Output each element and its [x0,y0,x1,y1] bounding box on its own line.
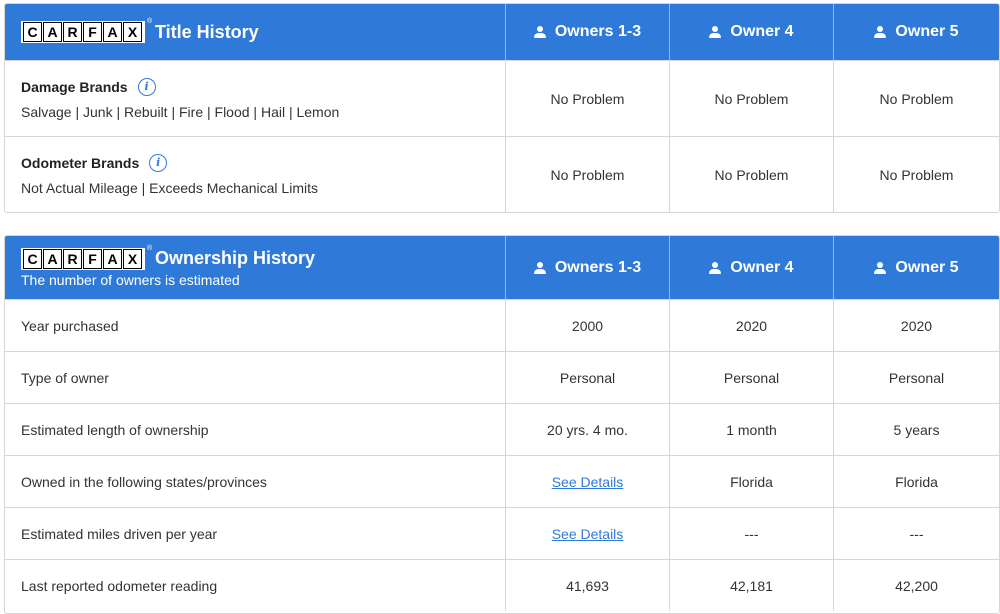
table-cell: 2000 [506,299,670,351]
logo-letter: C [23,248,42,269]
owner-label: Owner 4 [730,23,794,40]
table-cell: No Problem [834,60,999,136]
row-label-cell: Damage Brands i Salvage | Junk | Rebuilt … [5,60,506,136]
row-label: Type of owner [5,351,506,403]
carfax-logo: CARFAX ® [21,18,152,43]
owner-column-header: Owner 5 [834,236,999,299]
table-cell: Personal [506,351,670,403]
person-icon [709,26,722,38]
table-row: Damage Brands i Salvage | Junk | Rebuilt … [5,60,999,136]
carfax-logo: CARFAX ® [21,245,152,270]
person-icon [874,261,887,274]
table-cell: 20 yrs. 4 mo. [506,403,670,455]
table-cell: 2020 [670,299,834,351]
person-icon [533,261,546,274]
table-cell: Florida [834,455,999,507]
person-icon [709,261,722,274]
table-cell: 5 years [834,403,999,455]
table-row: Odometer Brands i Not Actual Mileage | Ex… [5,136,999,212]
section-title: Ownership History [155,248,316,268]
table-row: Estimated miles driven per year See Deta… [5,507,999,559]
table-cell: Personal [834,351,999,403]
row-label-cell: Odometer Brands i Not Actual Mileage | Ex… [5,136,506,212]
table-cell: See Details [506,455,670,507]
logo-letter: R [63,248,82,269]
table-row: Owned in the following states/provinces … [5,455,999,507]
brand-description: Salvage | Junk | Rebuilt | Fire | Flood … [21,103,340,120]
logo-letter: X [123,22,142,42]
info-icon[interactable]: i [137,77,156,96]
brand-name-text: Damage Brands [21,78,128,95]
owner-label: Owners 1-3 [554,23,642,40]
trademark-symbol: ® [146,244,152,252]
owner-column-header: Owners 1-3 [506,4,670,60]
table-cell: --- [834,507,999,559]
table-cell: 2020 [834,299,999,351]
owner-column-header: Owner 4 [670,4,834,60]
logo-letter: F [83,248,102,269]
row-label: Estimated length of ownership [5,403,506,455]
table-cell: 42,181 [670,559,834,611]
table-cell: Personal [670,351,834,403]
logo-letter: A [43,22,62,42]
row-label: Estimated miles driven per year [5,507,506,559]
logo-letter: A [103,248,122,269]
table-row: Year purchased 2000 2020 2020 [5,299,999,351]
header-title-cell: CARFAX ® Ownership History The number of… [5,236,506,299]
table-cell: 1 month [670,403,834,455]
header-title-line: CARFAX ® Ownership History [21,245,316,270]
owner-label: Owner 4 [730,258,794,276]
ownership-history-panel: CARFAX ® Ownership History The number of… [4,235,1000,614]
owner-label: Owner 5 [895,23,959,40]
logo-letter: F [83,22,102,42]
section-subtitle: The number of owners is estimated [21,271,240,288]
logo-letter: A [103,22,122,42]
title-history-panel: CARFAX ® Title History Owners 1-3 Owner … [4,3,1000,213]
logo-letter: C [23,22,42,42]
brand-name: Odometer Brands i [21,153,168,172]
owner-column-header: Owners 1-3 [506,236,670,299]
owner-label: Owner 5 [895,258,959,276]
ownership-history-header: CARFAX ® Ownership History The number of… [5,236,999,299]
row-label: Owned in the following states/provinces [5,455,506,507]
see-details-link[interactable]: See Details [552,526,624,542]
owner-label: Owners 1-3 [554,258,642,276]
logo-letter: X [123,248,142,269]
table-cell: No Problem [670,60,834,136]
row-label: Last reported odometer reading [5,559,506,611]
table-row: Estimated length of ownership 20 yrs. 4 … [5,403,999,455]
logo-letter: A [43,248,62,269]
table-cell: 41,693 [506,559,670,611]
row-label: Year purchased [5,299,506,351]
table-cell: No Problem [670,136,834,212]
person-icon [533,26,546,38]
brand-name-text: Odometer Brands [21,154,140,171]
brand-description: Not Actual Mileage | Exceeds Mechanical … [21,179,318,196]
owner-column-header: Owner 4 [670,236,834,299]
table-row: Last reported odometer reading 41,693 42… [5,559,999,611]
table-cell: 42,200 [834,559,999,611]
section-title: Title History [155,21,259,42]
header-title-cell: CARFAX ® Title History [5,4,506,60]
table-cell: See Details [506,507,670,559]
trademark-symbol: ® [146,18,152,25]
see-details-link[interactable]: See Details [552,474,624,490]
table-cell: Florida [670,455,834,507]
table-cell: No Problem [506,136,670,212]
owner-column-header: Owner 5 [834,4,999,60]
info-icon[interactable]: i [149,153,168,172]
logo-letter: R [63,22,82,42]
brand-name: Damage Brands i [21,77,156,96]
table-row: Type of owner Personal Personal Personal [5,351,999,403]
table-cell: No Problem [506,60,670,136]
title-history-header: CARFAX ® Title History Owners 1-3 Owner … [5,4,999,60]
table-cell: --- [670,507,834,559]
person-icon [874,26,887,38]
table-cell: No Problem [834,136,999,212]
